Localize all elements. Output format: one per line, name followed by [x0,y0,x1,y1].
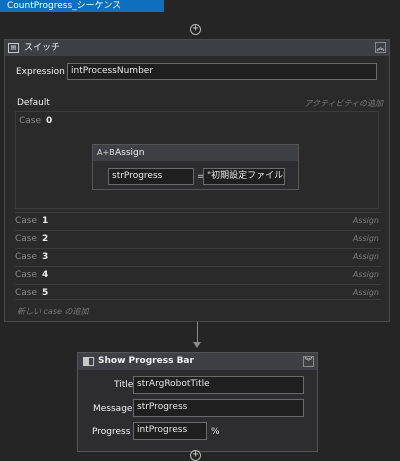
sequence-tab[interactable]: CountProgress_シーケンス [0,0,164,12]
case-5-assign[interactable]: Assign [353,285,379,301]
progress-label: Progress [92,427,131,437]
assign-header[interactable]: A+B Assign [93,145,298,161]
case-1-assign[interactable]: Assign [353,213,379,229]
case-4-assign[interactable]: Assign [353,267,379,283]
case-0-header: Case 0 [19,116,53,126]
message-label: Message [93,404,133,414]
percent-label: % [211,427,220,437]
case-row-4[interactable]: Case 4 Assign [15,266,381,282]
expression-label: Expression [16,67,65,77]
message-field[interactable]: strProgress [133,399,304,417]
progress-bar-header[interactable]: Show Progress Bar ︾ [78,353,317,370]
assign-to-field[interactable]: strProgress [108,168,194,185]
case-2-assign[interactable]: Assign [353,231,379,247]
add-case-link[interactable]: 新しい case の追加 [17,306,88,317]
add-activity-bottom-icon[interactable]: + [190,450,201,461]
assign-icon: A+B [97,148,115,157]
title-field[interactable]: strArgRobotTitle [133,376,304,394]
expand-icon[interactable]: ︾ [303,356,314,367]
case-row-2[interactable]: Case 2 Assign [15,230,381,246]
connector-line [197,322,198,344]
title-label: Title [114,380,134,390]
progress-bar-icon [83,357,94,366]
assign-value-field[interactable]: "初期設定ファイル読 [203,168,285,185]
assign-title: Assign [115,148,145,158]
default-label: Default [17,98,50,108]
case-row-3[interactable]: Case 3 Assign [15,248,381,264]
collapse-icon[interactable]: ︽ [375,42,386,53]
connector-arrow-icon [193,342,201,348]
show-progress-bar-activity[interactable]: Show Progress Bar ︾ Title strArgRobotTit… [77,352,318,452]
switch-title: スイッチ [24,43,61,53]
case-row-5[interactable]: Case 5 Assign [15,284,381,300]
switch-icon: ▤ [8,43,19,53]
assign-activity[interactable]: A+B Assign strProgress = "初期設定ファイル読 [92,144,299,190]
add-activity-top-icon[interactable]: + [190,24,201,35]
default-add-activity[interactable]: アクティビティの追加 [304,98,383,109]
case-row-1[interactable]: Case 1 Assign [15,212,381,228]
case-3-assign[interactable]: Assign [353,249,379,265]
progress-bar-title: Show Progress Bar [98,356,194,366]
expression-field[interactable]: intProcessNumber [67,63,377,80]
progress-field[interactable]: intProgress [133,422,207,440]
switch-header[interactable]: ▤ スイッチ ︽ [5,40,389,56]
